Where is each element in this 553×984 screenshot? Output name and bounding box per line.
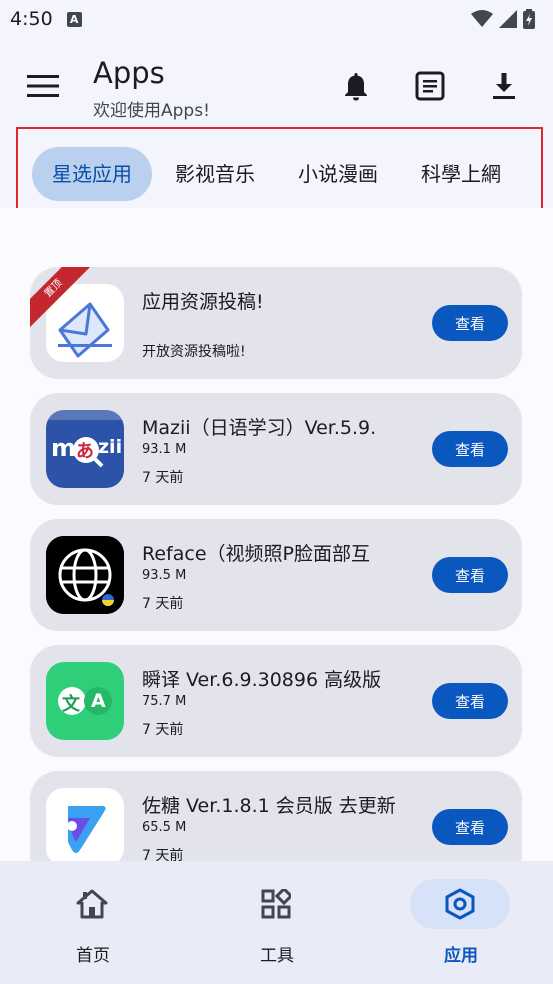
tab-science-internet[interactable]: 科學上網: [401, 147, 521, 201]
download-icon: [493, 73, 515, 99]
app-size: 93.5 M: [142, 568, 187, 583]
tab-video-music[interactable]: 影视音乐: [155, 147, 275, 201]
tab-novels-comics[interactable]: 小说漫画: [278, 147, 398, 201]
app-description: 开放资源投稿啦!: [142, 344, 246, 360]
view-button[interactable]: 查看: [432, 809, 508, 845]
app-size: 65.5 M: [142, 820, 187, 835]
home-icon: [42, 879, 142, 929]
translate-icon-wen: 文: [62, 694, 80, 715]
grid-icon: [226, 879, 326, 929]
tab-study[interactable]: 學: [524, 147, 541, 201]
list-item[interactable]: m あ zii Mazii（日语学习）Ver.5.9. 93.1 M 7 天前 …: [30, 393, 522, 505]
download-button[interactable]: [484, 66, 524, 106]
bottom-navigation: 首页 工具 应用: [0, 861, 553, 984]
article-icon: [415, 71, 445, 101]
status-icons: [471, 9, 535, 29]
page-title: Apps: [93, 56, 165, 90]
tab-row: 星选应用 影视音乐 小说漫画 科學上網 學: [18, 129, 541, 218]
zuotang-icon: [46, 788, 124, 861]
hamburger-icon: [27, 75, 59, 97]
status-time: 4:50: [10, 8, 53, 30]
list-item[interactable]: 佐糖 Ver.1.8.1 会员版 去更新 65.5 M 7 天前 查看: [30, 771, 522, 861]
translate-icon-a: A: [91, 690, 106, 712]
app-title: 佐糖 Ver.1.8.1 会员版 去更新: [142, 795, 396, 817]
list-item[interactable]: Reface（视频照P脸面部互 93.5 M 7 天前 查看: [30, 519, 522, 631]
page-subtitle: 欢迎使用Apps!: [93, 101, 210, 121]
nav-apps[interactable]: 应用: [406, 879, 516, 969]
view-button[interactable]: 查看: [432, 305, 508, 341]
nav-label: 首页: [76, 946, 110, 966]
notifications-button[interactable]: [336, 66, 376, 106]
app-list: 置顶 应用资源投稿! 开放资源投稿啦! 查看 m あ zii Mazii（日语学…: [0, 208, 553, 861]
cube-icon: [410, 879, 510, 929]
status-bar: 4:50 A: [0, 0, 553, 38]
mazii-icon-m: m: [51, 434, 77, 462]
nav-label: 工具: [260, 946, 294, 966]
bell-icon: [345, 73, 367, 101]
nav-label: 应用: [444, 946, 478, 966]
app-updated-time: 7 天前: [142, 596, 184, 612]
view-button[interactable]: 查看: [432, 557, 508, 593]
signal-icon: [499, 10, 517, 28]
nav-home[interactable]: 首页: [38, 879, 148, 969]
menu-button[interactable]: [22, 68, 64, 104]
list-item[interactable]: 置顶 应用资源投稿! 开放资源投稿啦! 查看: [30, 267, 522, 379]
app-title: Mazii（日语学习）Ver.5.9.: [142, 417, 377, 439]
tab-featured-apps[interactable]: 星选应用: [32, 146, 152, 201]
app-title: 瞬译 Ver.6.9.30896 高级版: [142, 669, 382, 691]
app-updated-time: 7 天前: [142, 848, 184, 861]
view-button[interactable]: 查看: [432, 431, 508, 467]
article-button[interactable]: [410, 66, 450, 106]
notification-icon: A: [66, 11, 82, 27]
mazii-icon-zii: zii: [98, 436, 123, 458]
list-item[interactable]: 文 A 瞬译 Ver.6.9.30896 高级版 75.7 M 7 天前 查看: [30, 645, 522, 757]
app-title: 应用资源投稿!: [142, 291, 264, 313]
app-updated-time: 7 天前: [142, 470, 184, 486]
app-updated-time: 7 天前: [142, 722, 184, 738]
translate-icon: 文 A: [46, 662, 124, 740]
mazii-icon: m あ zii: [46, 410, 124, 488]
app-size: 93.1 M: [142, 442, 187, 457]
category-tabs: 星选应用 影视音乐 小说漫画 科學上網 學: [16, 127, 543, 220]
reface-icon: [46, 536, 124, 614]
battery-icon: [523, 9, 535, 29]
app-size: 75.7 M: [142, 694, 187, 709]
wifi-icon: [471, 10, 493, 27]
view-button[interactable]: 查看: [432, 683, 508, 719]
mazii-icon-kana: あ: [76, 441, 94, 462]
app-title: Reface（视频照P脸面部互: [142, 543, 370, 565]
nav-tools[interactable]: 工具: [222, 879, 332, 969]
